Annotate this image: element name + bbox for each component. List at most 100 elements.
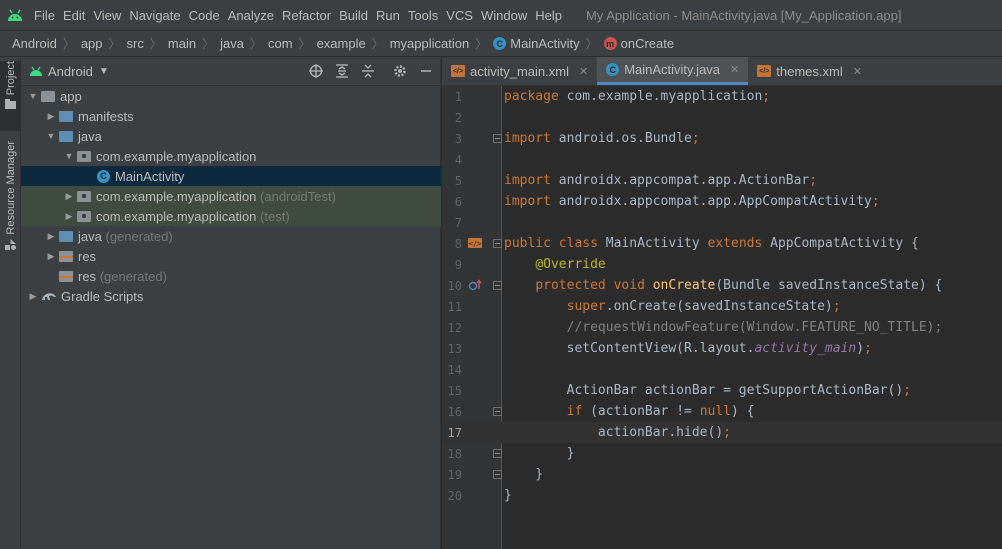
tab-themes-xml[interactable]: </> themes.xml ✕ (748, 57, 871, 85)
chevron-down-icon[interactable]: ▼ (25, 91, 41, 101)
java-class-icon: C (97, 169, 110, 183)
menu-edit[interactable]: Edit (63, 8, 85, 23)
tree-node-package-android-test[interactable]: ▶ com.example.myapplication (androidTest… (21, 186, 441, 206)
menu-run[interactable]: Run (376, 8, 400, 23)
chevron-right-icon[interactable]: ▶ (61, 211, 77, 222)
chevron-right-icon[interactable]: ▶ (25, 291, 41, 302)
close-icon[interactable]: ✕ (579, 65, 588, 78)
code-line[interactable]: 15 ActionBar actionBar = getSupportActio… (442, 380, 1002, 401)
project-view-selector[interactable]: Android (48, 64, 93, 79)
close-icon[interactable]: ✕ (853, 65, 862, 78)
fold-toggle-icon[interactable] (493, 407, 502, 416)
breadcrumb-item-java[interactable]: java 〉 (220, 35, 268, 52)
breadcrumb-item-src[interactable]: src 〉 (127, 35, 168, 52)
fold-toggle-icon[interactable] (493, 449, 502, 458)
breadcrumb-item-com[interactable]: com 〉 (268, 35, 317, 52)
menu-refactor[interactable]: Refactor (282, 8, 331, 23)
collapse-all-icon[interactable] (360, 63, 376, 79)
menu-navigate[interactable]: Navigate (129, 8, 180, 23)
code-line[interactable]: 5 import androidx.appcompat.app.ActionBar… (442, 170, 1002, 191)
chevron-right-icon[interactable]: ▶ (43, 251, 59, 262)
menu-view[interactable]: View (93, 8, 121, 23)
code-line[interactable]: 1 package com.example.myapplication; (442, 86, 1002, 107)
project-tool-button[interactable]: Project (0, 61, 21, 131)
code-line[interactable]: 13 setContentView(R.layout.activity_main… (442, 338, 1002, 359)
menu-analyze[interactable]: Analyze (228, 8, 274, 23)
code-editor[interactable]: 1 package com.example.myapplication; 2 3 imp… (442, 86, 1002, 549)
code-line[interactable]: 14 (442, 359, 1002, 380)
tree-node-manifests[interactable]: ▶ manifests (21, 106, 441, 126)
code-text: actionBar.hide(); (504, 425, 731, 440)
project-panel: Android ▼ ▼ app ▶ manifests ▼ java ▼ com… (21, 57, 441, 549)
breadcrumb-item-app[interactable]: app 〉 (81, 35, 127, 52)
code-line[interactable]: 4 (442, 149, 1002, 170)
menu-window[interactable]: Window (481, 8, 527, 23)
code-line[interactable]: 9 @Override (442, 254, 1002, 275)
code-text: super.onCreate(savedInstanceState); (566, 299, 841, 314)
breadcrumb-item-android[interactable]: Android 〉 (12, 35, 81, 52)
fold-toggle-icon[interactable] (493, 134, 502, 143)
menu-vcs[interactable]: VCS (446, 8, 473, 23)
code-line[interactable]: 7 (442, 212, 1002, 233)
code-line[interactable]: 19 } (442, 464, 1002, 485)
class-marker-icon[interactable]: </> (468, 237, 482, 249)
gear-icon[interactable] (392, 63, 408, 79)
tree-node-mainactivity[interactable]: C MainActivity (21, 166, 441, 186)
code-line[interactable]: 6 import androidx.appcompat.app.AppCompat… (442, 191, 1002, 212)
code-line[interactable]: 11 super.onCreate(savedInstanceState); (442, 296, 1002, 317)
tree-node-package-test[interactable]: ▶ com.example.myapplication (test) (21, 206, 441, 226)
line-number: 19 (447, 467, 462, 482)
tree-node-java-generated[interactable]: ▶ java (generated) (21, 226, 441, 246)
code-text: protected void onCreate(Bundle savedInst… (535, 278, 943, 293)
fold-toggle-icon[interactable] (493, 281, 502, 290)
line-number: 6 (454, 194, 462, 209)
chevron-right-icon[interactable]: ▶ (43, 231, 59, 242)
project-tree: ▼ app ▶ manifests ▼ java ▼ com.example.m… (21, 86, 441, 306)
tree-node-app[interactable]: ▼ app (21, 86, 441, 106)
close-icon[interactable]: ✕ (730, 63, 739, 76)
line-number: 14 (447, 362, 462, 377)
menu-tools[interactable]: Tools (408, 8, 438, 23)
chevron-down-icon[interactable]: ▼ (43, 131, 59, 141)
chevron-right-icon[interactable]: ▶ (61, 191, 77, 202)
fold-toggle-icon[interactable] (493, 470, 502, 479)
code-line[interactable]: 16 if (actionBar != null) { (442, 401, 1002, 422)
fold-toggle-icon[interactable] (493, 239, 502, 248)
code-line[interactable]: 3 import android.os.Bundle; (442, 128, 1002, 149)
menu-help[interactable]: Help (535, 8, 562, 23)
locate-file-icon[interactable] (308, 63, 324, 79)
project-panel-header: Android ▼ (21, 57, 440, 86)
breadcrumb-item-main[interactable]: main 〉 (168, 35, 220, 52)
tab-mainactivity-java[interactable]: C MainActivity.java ✕ (597, 57, 749, 85)
code-line[interactable]: 20} (442, 485, 1002, 506)
tree-node-res[interactable]: ▶ res (21, 246, 441, 266)
chevron-right-icon[interactable]: ▶ (43, 111, 59, 122)
breadcrumb-item-myapplication[interactable]: myapplication 〉 (390, 35, 494, 52)
override-marker-icon[interactable] (468, 279, 482, 291)
menu-bar: File Edit View Navigate Code Analyze Ref… (0, 0, 1002, 30)
menu-build[interactable]: Build (339, 8, 368, 23)
tree-node-java[interactable]: ▼ java (21, 126, 441, 146)
menu-code[interactable]: Code (189, 8, 220, 23)
line-number: 12 (447, 320, 462, 335)
chevron-down-icon[interactable]: ▼ (99, 66, 109, 77)
tree-node-gradle-scripts[interactable]: ▶ Gradle Scripts (21, 286, 441, 306)
tree-node-package-main[interactable]: ▼ com.example.myapplication (21, 146, 441, 166)
resource-manager-tool-button[interactable]: Resource Manager (0, 141, 21, 256)
expand-all-icon[interactable] (334, 63, 350, 79)
breadcrumb-item-oncreate[interactable]: m onCreate (603, 36, 674, 51)
tree-node-res-generated[interactable]: res (generated) (21, 266, 441, 286)
tab-activity-main-xml[interactable]: </> activity_main.xml ✕ (442, 57, 597, 85)
menu-file[interactable]: File (34, 8, 55, 23)
line-number: 9 (454, 257, 462, 272)
code-line[interactable]: 12 //requestWindowFeature(Window.FEATURE… (442, 317, 1002, 338)
chevron-down-icon[interactable]: ▼ (61, 151, 77, 161)
code-line[interactable]: 8 </> public class MainActivity extends Ap… (442, 233, 1002, 254)
breadcrumb-item-example[interactable]: example 〉 (317, 35, 390, 52)
code-line[interactable]: 18 } (442, 443, 1002, 464)
breadcrumb-item-mainactivity[interactable]: C MainActivity 〉 (493, 35, 603, 52)
minimize-icon[interactable] (418, 63, 434, 79)
code-line[interactable]: 10 protected void onCreate(Bundle savedI… (442, 275, 1002, 296)
code-line[interactable]: 2 (442, 107, 1002, 128)
code-line[interactable]: 17 actionBar.hide(); (442, 422, 1002, 443)
